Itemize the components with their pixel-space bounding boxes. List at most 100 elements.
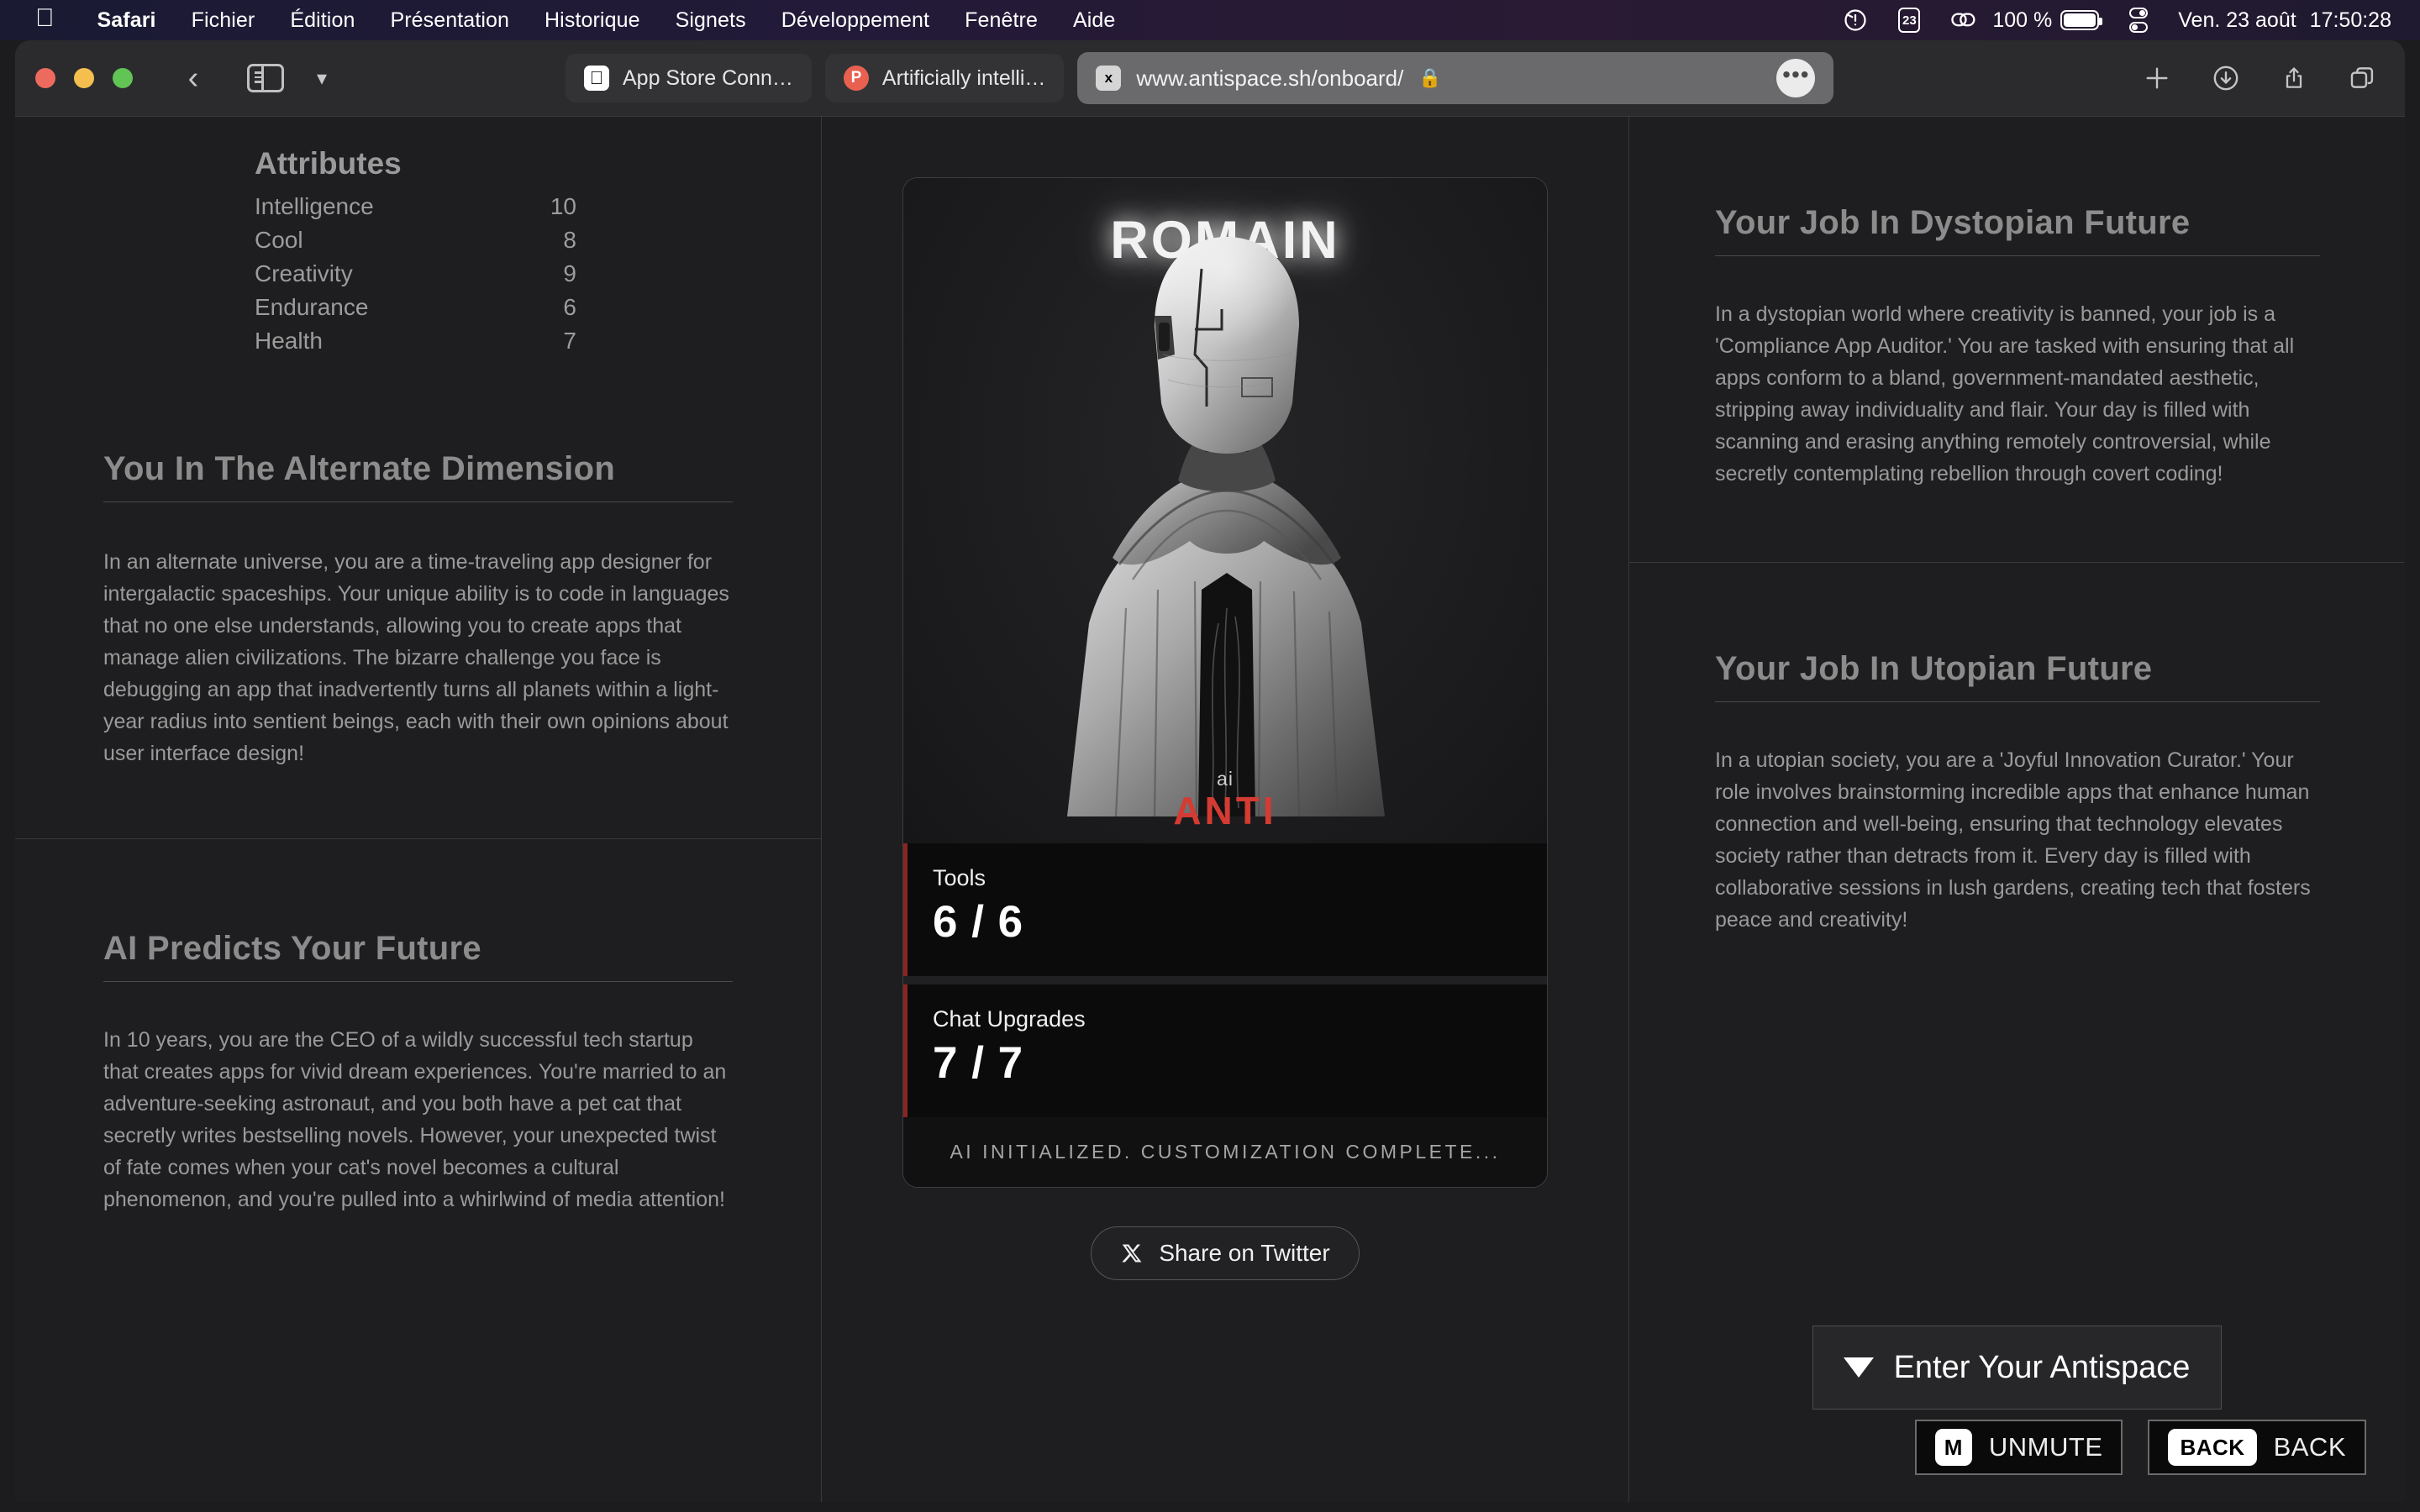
chevron-down-icon[interactable]: ▾: [309, 66, 334, 91]
attribute-row: Endurance 6: [255, 291, 576, 324]
close-window-button[interactable]: [35, 68, 55, 88]
stat-card-tools: Tools 6 / 6: [903, 843, 1547, 976]
control-center-icon[interactable]: [2114, 8, 2163, 33]
macos-menu-bar:  Safari Fichier Édition Présentation Hi…: [0, 0, 2420, 40]
character-card: ROMAIN: [902, 177, 1548, 1188]
triangle-down-icon: [1843, 1357, 1874, 1378]
link-icon[interactable]: [1935, 8, 1992, 33]
x-twitter-icon: [1120, 1242, 1144, 1265]
brand-lockup: ai ANTI: [903, 768, 1547, 832]
sidebar-toggle-icon[interactable]: [247, 64, 284, 92]
back-navigation-icon[interactable]: ‹: [176, 62, 210, 94]
brand-anti-label: ANTI: [1173, 789, 1277, 832]
minimize-window-button[interactable]: [74, 68, 94, 88]
right-panel: Your Job In Dystopian Future In a dystop…: [1628, 117, 2404, 1502]
menu-item-developpement[interactable]: Développement: [764, 8, 947, 33]
back-label: BACK: [2273, 1432, 2346, 1462]
browser-tab-app-store-connect[interactable]:  App Store Conn…: [566, 54, 812, 102]
address-bar[interactable]: x www.antispace.sh/onboard/ 🔒 •••: [1077, 52, 1834, 104]
utopian-job-section: Your Job In Utopian Future In a utopian …: [1629, 562, 2404, 936]
attribute-value: 9: [563, 260, 576, 286]
menu-item-fichier[interactable]: Fichier: [174, 8, 273, 33]
alternate-dimension-section: You In The Alternate Dimension In an alt…: [15, 358, 821, 769]
back-button[interactable]: BACK BACK: [2148, 1420, 2366, 1475]
attribute-row: Health 7: [255, 324, 576, 358]
menu-bar-clock[interactable]: 17:50:28: [2296, 8, 2391, 33]
utopian-job-heading: Your Job In Utopian Future: [1715, 650, 2320, 702]
browser-tab-artificially-intelligent[interactable]: P Artificially intelli…: [824, 54, 1065, 102]
stat-card-chat-upgrades: Chat Upgrades 7 / 7: [903, 984, 1547, 1117]
menu-item-fenetre[interactable]: Fenêtre: [947, 8, 1055, 33]
time-machine-icon[interactable]: [1828, 8, 1883, 33]
console-status-text: AI INITIALIZED. CUSTOMIZATION COMPLETE..…: [903, 1117, 1547, 1187]
ai-future-section: AI Predicts Your Future In 10 years, you…: [15, 838, 821, 1215]
url-text: www.antispace.sh/onboard/: [1136, 65, 1404, 91]
brand-ai-label: ai: [1217, 768, 1234, 790]
enter-your-antispace-button[interactable]: Enter Your Antispace: [1812, 1326, 2222, 1410]
menu-bar-status-items: 23 100 % Ven. 23 août 17:50:28: [1828, 8, 2420, 33]
menu-bar-date[interactable]: Ven. 23 août: [2163, 8, 2296, 33]
stat-label: Chat Upgrades: [933, 1006, 1086, 1032]
stat-value: 7 / 7: [933, 1038, 1024, 1088]
alternate-dimension-heading: You In The Alternate Dimension: [103, 450, 733, 502]
share-icon[interactable]: [2281, 64, 2307, 92]
stat-label: Tools: [933, 865, 986, 890]
menu-item-presentation[interactable]: Présentation: [372, 8, 527, 33]
attribute-row: Creativity 9: [255, 257, 576, 291]
tab-overview-icon[interactable]: [2348, 64, 2376, 92]
dystopian-job-body: In a dystopian world where creativity is…: [1715, 302, 2295, 486]
battery-icon[interactable]: [2060, 10, 2114, 30]
menu-bar-left:  Safari Fichier Édition Présentation Hi…: [0, 6, 1133, 33]
apple-favicon-icon: : [584, 66, 609, 91]
maximize-window-button[interactable]: [113, 68, 133, 88]
dystopian-job-section: Your Job In Dystopian Future In a dystop…: [1629, 117, 2404, 490]
tab-strip:  App Store Conn… P Artificially intelli…: [566, 52, 1834, 104]
safari-toolbar: ‹ ▾  App Store Conn… P Artificially int…: [15, 40, 2405, 116]
attributes-section: Attributes Intelligence 10 Cool 8 Creati…: [15, 117, 821, 358]
enter-button-label: Enter Your Antispace: [1893, 1349, 2191, 1385]
window-controls: [15, 68, 133, 88]
dystopian-job-heading: Your Job In Dystopian Future: [1715, 204, 2320, 256]
battery-percent-label: 100 %: [1992, 8, 2053, 32]
left-panel: Attributes Intelligence 10 Cool 8 Creati…: [15, 117, 822, 1502]
tab-title: Artificially intelli…: [881, 66, 1046, 90]
attribute-value: 10: [550, 193, 576, 219]
tab-title: App Store Conn…: [623, 66, 793, 90]
attribute-name: Creativity: [255, 260, 353, 286]
unmute-button[interactable]: M UNMUTE: [1914, 1420, 2123, 1475]
menu-item-aide[interactable]: Aide: [1055, 8, 1133, 33]
attribute-value: 7: [563, 328, 576, 354]
attribute-name: Health: [255, 328, 323, 354]
ai-future-body: In 10 years, you are the CEO of a wildly…: [103, 1028, 727, 1211]
keyboard-hud: M UNMUTE BACK BACK: [1914, 1420, 2366, 1475]
alternate-dimension-body: In an alternate universe, you are a time…: [103, 550, 729, 765]
menu-item-safari[interactable]: Safari: [80, 8, 174, 33]
calendar-icon[interactable]: 23: [1883, 8, 1935, 33]
character-hero: ROMAIN: [903, 178, 1547, 843]
attribute-value: 6: [563, 294, 576, 320]
attribute-name: Endurance: [255, 294, 369, 320]
attribute-row: Intelligence 10: [255, 190, 576, 223]
android-figure-image: [1067, 237, 1385, 816]
share-on-twitter-button[interactable]: Share on Twitter: [1091, 1226, 1360, 1280]
lock-icon: 🔒: [1418, 67, 1442, 88]
menu-item-signets[interactable]: Signets: [658, 8, 764, 33]
attribute-row: Cool 8: [255, 223, 576, 257]
downloads-icon[interactable]: [2212, 64, 2240, 92]
safari-window: ‹ ▾  App Store Conn… P Artificially int…: [15, 40, 2405, 1502]
enter-button-container: Enter Your Antispace: [1629, 1326, 2404, 1502]
new-tab-icon[interactable]: [2143, 64, 2171, 92]
stat-value: 6 / 6: [933, 897, 1024, 947]
ai-future-heading: AI Predicts Your Future: [103, 930, 733, 982]
attribute-name: Intelligence: [255, 193, 374, 219]
antispace-onboard-page: Attributes Intelligence 10 Cool 8 Creati…: [15, 116, 2405, 1502]
apple-menu-icon[interactable]: : [35, 6, 55, 31]
attributes-title: Attributes: [255, 146, 402, 181]
x-favicon-icon: x: [1096, 66, 1122, 91]
menu-item-edition[interactable]: Édition: [272, 8, 372, 33]
key-back-icon: BACK: [2168, 1429, 2257, 1466]
center-panel: ROMAIN: [822, 117, 1628, 1502]
menu-item-historique[interactable]: Historique: [527, 8, 658, 33]
page-settings-button[interactable]: •••: [1776, 59, 1816, 97]
utopian-job-body: In a utopian society, you are a 'Joyful …: [1715, 748, 2311, 932]
